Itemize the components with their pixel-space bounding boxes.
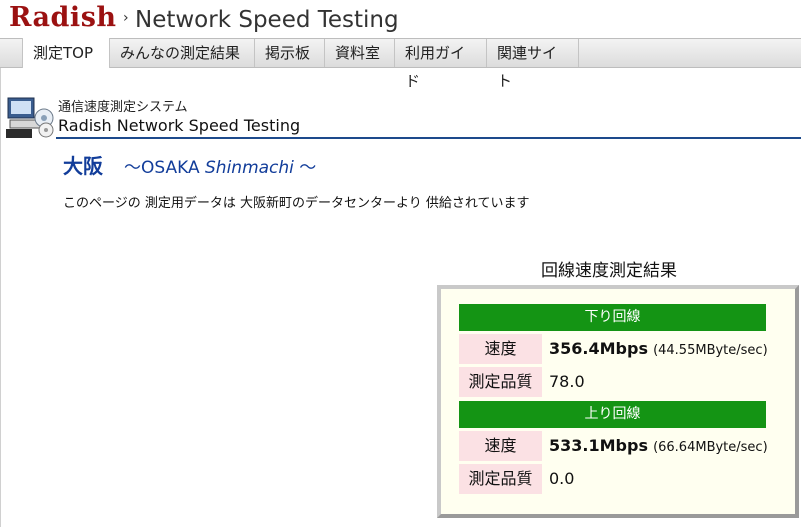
site-header: Radish › Network Speed Testing <box>0 0 801 38</box>
download-speed-bytes: (44.55MByte/sec) <box>653 343 768 358</box>
download-quality-label: 測定品質 <box>459 367 542 397</box>
results-panel: 下り回線 速度 356.4Mbps (44.55MByte/sec) 測定品質 … <box>437 285 799 518</box>
chevron-right-icon: › <box>123 10 129 26</box>
upload-quality-label: 測定品質 <box>459 464 542 494</box>
city-subtitle: ～OSAKA Shinmachi ～ <box>124 153 316 178</box>
city-name: 大阪 <box>63 154 103 178</box>
upload-speed-label: 速度 <box>459 431 542 461</box>
page-description: このページの 測定用データは 大阪新町のデータセンターより 供給されています <box>63 196 530 211</box>
upload-quality-value: 0.0 <box>549 469 575 488</box>
radish-logo[interactable]: Radish <box>9 2 117 33</box>
upload-speed-mbps: 533.1Mbps <box>549 436 648 455</box>
city-sub-area: Shinmachi <box>205 158 294 178</box>
nav-item-library[interactable]: 資料室 <box>325 39 395 67</box>
download-quality-value: 78.0 <box>549 372 585 391</box>
upload-speed-value: 533.1Mbps (66.64MByte/sec) <box>549 431 768 461</box>
computer-disc-icon <box>6 96 54 140</box>
site-title: Network Speed Testing <box>135 7 399 33</box>
header-rule <box>56 137 801 139</box>
city-sub-prefix: ～OSAKA <box>124 158 205 178</box>
nav-item-bbs[interactable]: 掲示板 <box>255 39 325 67</box>
download-speed-mbps: 356.4Mbps <box>549 339 648 358</box>
download-speed-value: 356.4Mbps (44.55MByte/sec) <box>549 334 768 364</box>
results-title: 回線速度測定結果 <box>541 261 677 281</box>
download-header: 下り回線 <box>459 304 766 331</box>
upload-speed-bytes: (66.64MByte/sec) <box>653 440 768 455</box>
frame-divider <box>0 68 1 527</box>
download-speed-label: 速度 <box>459 334 542 364</box>
city-sub-suffix: ～ <box>293 158 317 178</box>
main-nav: 測定TOP みんなの測定結果 掲示板 資料室 利用ガイド 関連サイト <box>0 38 801 90</box>
upload-header: 上り回線 <box>459 401 766 428</box>
nav-item-results[interactable]: みんなの測定結果 <box>110 39 255 67</box>
system-subtitle: 通信速度測定システム <box>58 100 188 115</box>
system-name: Radish Network Speed Testing <box>58 116 301 135</box>
nav-item-top[interactable]: 測定TOP <box>22 38 110 68</box>
nav-item-links[interactable]: 関連サイト <box>487 39 579 90</box>
nav-item-guide[interactable]: 利用ガイド <box>395 39 487 90</box>
